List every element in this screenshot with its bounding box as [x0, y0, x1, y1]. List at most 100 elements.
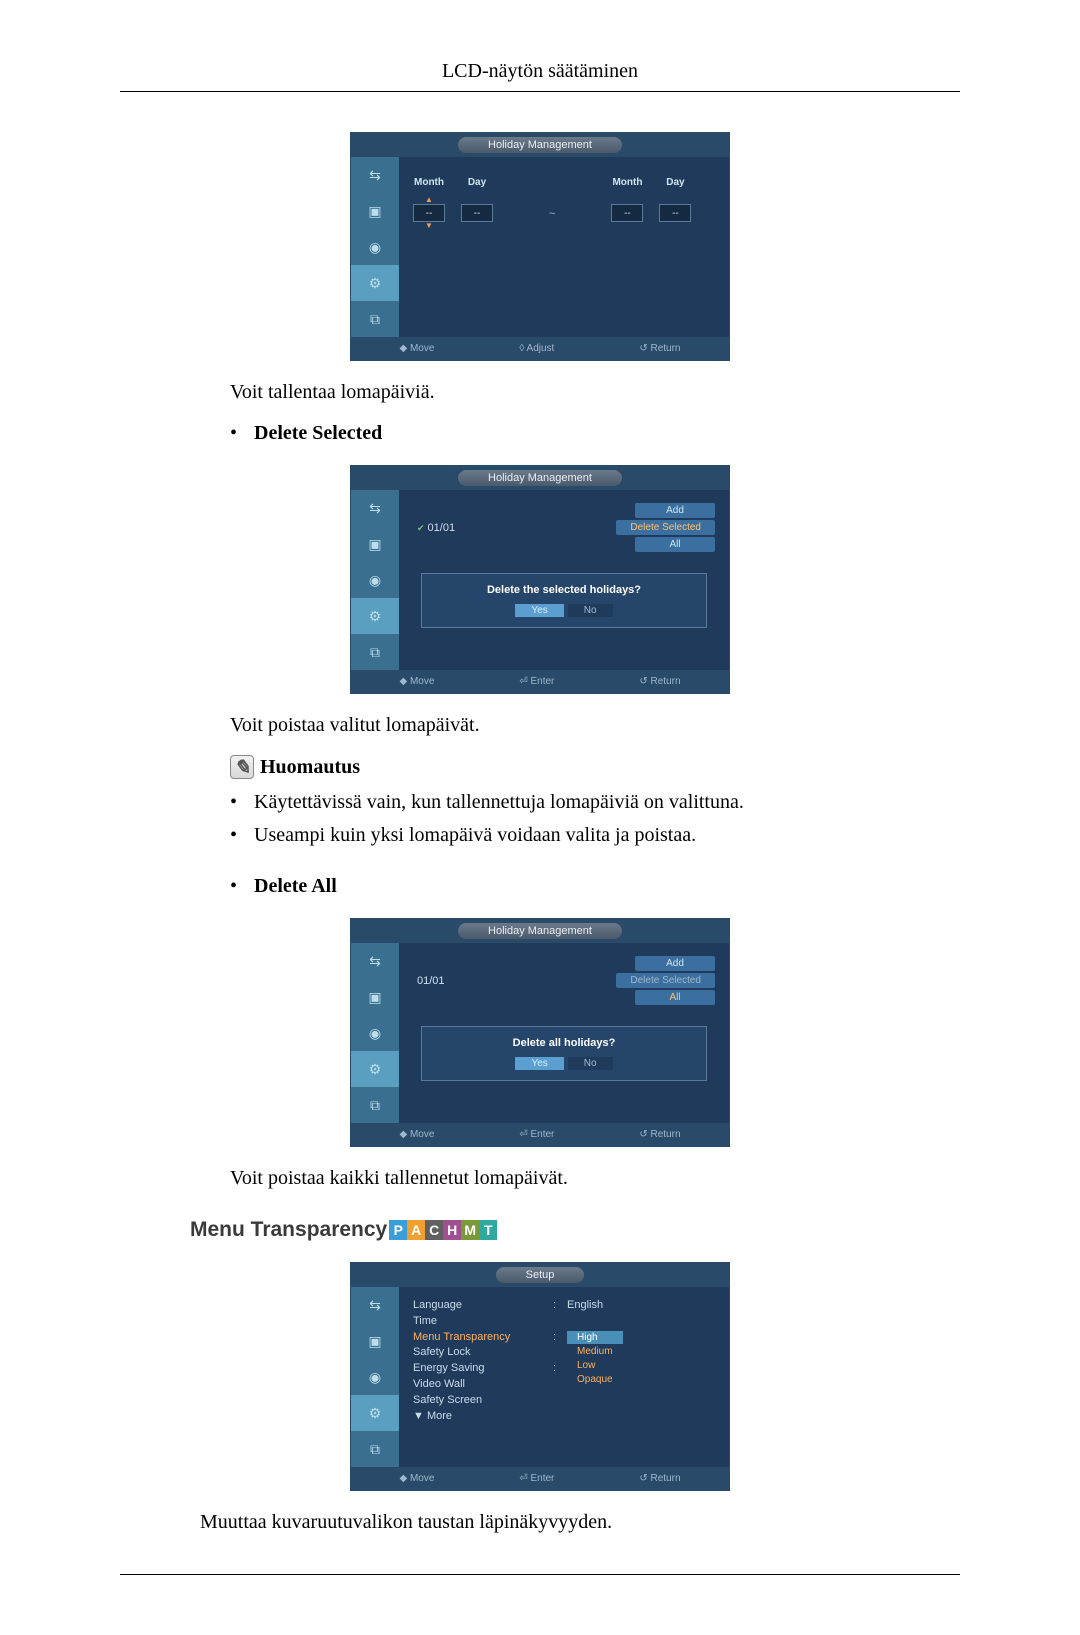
- osd-setup: Setup ⇆ ▣ ◉ ⚙ ⧉ Language:English Time Me…: [350, 1262, 730, 1491]
- day-label-2: Day: [659, 177, 691, 188]
- sound-icon[interactable]: ◉: [351, 1015, 399, 1051]
- mode-m-icon: M: [461, 1220, 479, 1240]
- month-box-2[interactable]: --: [611, 204, 643, 222]
- bullet-icon: •: [230, 791, 254, 814]
- osd-titlebar: Holiday Management: [351, 466, 729, 490]
- footer-move: ◆ Move: [399, 343, 434, 354]
- osd-holiday-add: Holiday Management ⇆ ▣ ◉ ⚙ ⧉ Month ▲: [350, 132, 730, 361]
- bullet-icon: •: [230, 875, 254, 898]
- dialog-no-button[interactable]: No: [568, 604, 613, 617]
- mode-t-icon: T: [479, 1220, 497, 1240]
- month-label-2: Month: [611, 177, 643, 188]
- input-icon[interactable]: ⇆: [351, 943, 399, 979]
- picture-icon[interactable]: ▣: [351, 193, 399, 229]
- month-label-1: Month: [413, 177, 445, 188]
- osd-holiday-delete-selected: Holiday Management ⇆ ▣ ◉ ⚙ ⧉ ✔01/01 Add …: [350, 465, 730, 694]
- setup-time-label[interactable]: Time: [413, 1315, 553, 1327]
- mode-h-icon: H: [443, 1220, 461, 1240]
- osd-title: Holiday Management: [458, 923, 622, 939]
- transparency-opt-low[interactable]: Low: [567, 1359, 623, 1372]
- picture-icon[interactable]: ▣: [351, 979, 399, 1015]
- date-separator: ~: [543, 208, 561, 220]
- picture-icon[interactable]: ▣: [351, 1323, 399, 1359]
- delete-all-button[interactable]: All: [635, 537, 715, 552]
- sound-icon[interactable]: ◉: [351, 229, 399, 265]
- footer-return: ↺ Return: [639, 676, 680, 687]
- footer-return: ↺ Return: [639, 343, 680, 354]
- mode-badges: P A C H M T: [389, 1220, 497, 1240]
- text-delete-selected: Voit poistaa valitut lomapäivät.: [230, 714, 960, 737]
- bullet-icon: •: [230, 824, 254, 847]
- footer-return: ↺ Return: [639, 1473, 680, 1484]
- dialog-yes-button[interactable]: Yes: [515, 604, 563, 617]
- day-box-1[interactable]: --: [461, 204, 493, 222]
- note-icon: ✎: [230, 755, 254, 779]
- header-rule: [120, 91, 960, 92]
- setup-icon[interactable]: ⚙: [351, 598, 399, 634]
- text-transparency-desc: Muuttaa kuvaruutuvalikon taustan läpinäk…: [200, 1511, 960, 1534]
- multi-icon[interactable]: ⧉: [351, 1431, 399, 1467]
- setup-video-wall-label[interactable]: Video Wall: [413, 1378, 553, 1390]
- delete-all-heading: Delete All: [254, 875, 337, 898]
- transparency-opt-high[interactable]: High: [567, 1331, 623, 1344]
- footer-move: ◆ Move: [399, 1473, 434, 1484]
- setup-safety-lock-label[interactable]: Safety Lock: [413, 1346, 553, 1358]
- mode-c-icon: C: [425, 1220, 443, 1240]
- delete-all-button[interactable]: All: [635, 990, 715, 1005]
- osd-sidebar: ⇆ ▣ ◉ ⚙ ⧉: [351, 490, 399, 670]
- setup-language-value: English: [567, 1299, 603, 1311]
- month-box-1[interactable]: --: [413, 204, 445, 222]
- input-icon[interactable]: ⇆: [351, 490, 399, 526]
- delete-selected-heading: Delete Selected: [254, 422, 382, 445]
- multi-icon[interactable]: ⧉: [351, 301, 399, 337]
- check-icon: ✔: [417, 523, 425, 533]
- osd-titlebar: Setup: [351, 1263, 729, 1287]
- setup-icon[interactable]: ⚙: [351, 1395, 399, 1431]
- picture-icon[interactable]: ▣: [351, 526, 399, 562]
- page-header-title: LCD-näytön säätäminen: [120, 60, 960, 91]
- setup-icon[interactable]: ⚙: [351, 1051, 399, 1087]
- input-icon[interactable]: ⇆: [351, 157, 399, 193]
- sound-icon[interactable]: ◉: [351, 562, 399, 598]
- setup-icon[interactable]: ⚙: [351, 265, 399, 301]
- menu-transparency-heading: Menu Transparency P A C H M T: [190, 1218, 960, 1242]
- day-label-1: Day: [461, 177, 493, 188]
- multi-icon[interactable]: ⧉: [351, 634, 399, 670]
- dialog-question: Delete the selected holidays?: [432, 584, 696, 596]
- osd-sidebar: ⇆ ▣ ◉ ⚙ ⧉: [351, 943, 399, 1123]
- footer-enter: ⏎ Enter: [519, 676, 554, 687]
- mode-p-icon: P: [389, 1220, 407, 1240]
- footer-enter: ⏎ Enter: [519, 1473, 554, 1484]
- footer-move: ◆ Move: [399, 1129, 434, 1140]
- confirm-dialog: Delete the selected holidays? Yes No: [421, 573, 707, 628]
- setup-language-label[interactable]: Language: [413, 1299, 553, 1311]
- transparency-opt-medium[interactable]: Medium: [567, 1345, 623, 1358]
- add-button[interactable]: Add: [635, 956, 715, 971]
- setup-safety-screen-label[interactable]: Safety Screen: [413, 1394, 553, 1406]
- transparency-opt-opaque[interactable]: Opaque: [567, 1373, 623, 1386]
- setup-energy-saving-label[interactable]: Energy Saving: [413, 1362, 553, 1374]
- dialog-yes-button[interactable]: Yes: [515, 1057, 563, 1070]
- delete-selected-button[interactable]: Delete Selected: [616, 520, 715, 535]
- mode-a-icon: A: [407, 1220, 425, 1240]
- text-delete-all: Voit poistaa kaikki tallennetut lomapäiv…: [230, 1167, 960, 1190]
- osd-sidebar: ⇆ ▣ ◉ ⚙ ⧉: [351, 1287, 399, 1467]
- osd-title: Setup: [496, 1267, 585, 1283]
- holiday-entry[interactable]: ✔01/01: [413, 522, 459, 534]
- footer-adjust: ◊ Adjust: [519, 343, 554, 354]
- dialog-no-button[interactable]: No: [568, 1057, 613, 1070]
- input-icon[interactable]: ⇆: [351, 1287, 399, 1323]
- osd-title: Holiday Management: [458, 470, 622, 486]
- day-box-2[interactable]: --: [659, 204, 691, 222]
- footer-enter: ⏎ Enter: [519, 1129, 554, 1140]
- add-button[interactable]: Add: [635, 503, 715, 518]
- delete-selected-button[interactable]: Delete Selected: [616, 973, 715, 988]
- holiday-entry[interactable]: 01/01: [413, 975, 449, 987]
- footer-move: ◆ Move: [399, 676, 434, 687]
- osd-title: Holiday Management: [458, 137, 622, 153]
- sound-icon[interactable]: ◉: [351, 1359, 399, 1395]
- multi-icon[interactable]: ⧉: [351, 1087, 399, 1123]
- note-label: Huomautus: [260, 756, 360, 779]
- setup-more-indicator[interactable]: ▼ More: [413, 1410, 715, 1422]
- footer-return: ↺ Return: [639, 1129, 680, 1140]
